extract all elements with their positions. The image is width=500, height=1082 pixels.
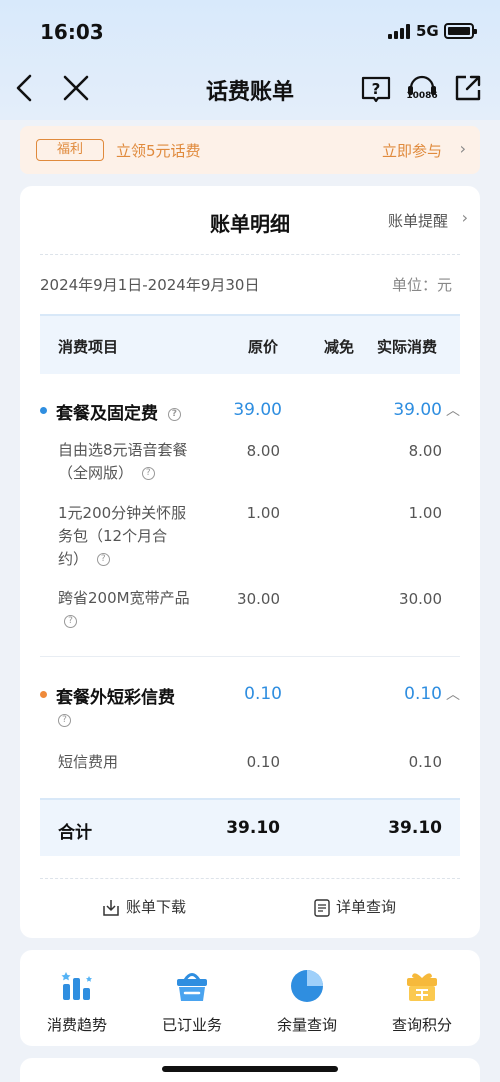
table-header: 消费项目 原价 减免 实际消费: [40, 314, 460, 374]
promo-text: 立领5元话费: [116, 142, 201, 160]
detail-query-button[interactable]: 详单查询: [314, 896, 396, 917]
item-name: 务包（12个月合: [58, 527, 168, 545]
item-original: 30.00: [237, 590, 280, 608]
total-original: 39.10: [226, 818, 280, 838]
status-bar: 16:03 5G: [0, 0, 500, 60]
promo-tag: 福利: [36, 139, 104, 161]
promo-join-button[interactable]: 立即参与: [382, 140, 442, 161]
shortcut-points-query[interactable]: 查询积分: [372, 968, 472, 1035]
item-actual: 0.10: [408, 753, 442, 771]
service-number: 10086: [406, 91, 438, 101]
column-header: 消费项目: [58, 338, 119, 356]
shortcut-label: 查询积分: [391, 1016, 452, 1034]
category-dot: [40, 691, 47, 698]
gift-icon: [404, 968, 440, 1004]
promo-banner[interactable]: 福利 立领5元话费 立即参与 ›: [20, 126, 480, 174]
line-item: 短信费用: [58, 751, 118, 774]
network-type: 5G: [416, 22, 439, 40]
bill-period: 2024年9月1日-2024年9月30日: [40, 276, 260, 294]
help-icon[interactable]: ?: [58, 714, 71, 727]
document-icon: [314, 898, 330, 917]
line-item: 1元200分钟关怀服 务包（12个月合 约） ?: [58, 502, 186, 571]
category-actual: 39.00: [393, 400, 442, 420]
trend-chart-icon: [59, 968, 95, 1004]
svg-text:?: ?: [372, 80, 381, 98]
customer-service-icon[interactable]: 10086: [404, 72, 440, 104]
category-original: 0.10: [244, 684, 282, 704]
item-actual: 8.00: [408, 442, 442, 460]
category-name: 套餐外短彩信费: [56, 688, 175, 708]
chevron-right-icon: ›: [459, 139, 466, 158]
shopping-basket-icon: [174, 968, 210, 1004]
divider: [40, 878, 460, 879]
column-header: 实际消费: [377, 338, 438, 356]
total-row: 合计 39.10 39.10: [40, 798, 460, 856]
chevron-up-icon[interactable]: ︿: [446, 400, 460, 420]
category-dot: [40, 407, 47, 414]
share-icon[interactable]: [452, 72, 484, 104]
download-icon: [103, 899, 119, 916]
shortcut-balance-query[interactable]: 余量查询: [257, 968, 357, 1035]
column-header: 减免: [324, 338, 355, 356]
category-row[interactable]: 套餐外短彩信费: [56, 683, 175, 708]
shortcut-consumption-trend[interactable]: 消费趋势: [27, 968, 127, 1035]
item-name: 1元200分钟关怀服: [58, 504, 187, 522]
detail-query-label: 详单查询: [336, 898, 397, 916]
shortcut-label: 余量查询: [276, 1016, 337, 1034]
category-original: 39.00: [233, 400, 282, 420]
status-time: 16:03: [40, 20, 104, 44]
help-icon[interactable]: ?: [141, 467, 155, 480]
item-name: 短信费用: [58, 753, 119, 771]
pie-chart-icon: [289, 968, 325, 1004]
item-original: 1.00: [246, 504, 280, 522]
battery-icon: [444, 23, 477, 39]
bill-download-button[interactable]: 账单下载: [102, 896, 186, 917]
line-item: 自由选8元语音套餐 （全网版） ?: [58, 439, 188, 485]
shortcut-label: 已订业务: [161, 1016, 222, 1034]
category-row[interactable]: 套餐及固定费 ?: [56, 399, 181, 424]
help-book-icon[interactable]: ?: [360, 72, 392, 104]
help-icon[interactable]: ?: [96, 553, 110, 566]
item-actual: 1.00: [408, 504, 442, 522]
divider: [40, 254, 460, 255]
bill-reminder-link[interactable]: 账单提醒: [388, 210, 448, 231]
help-icon[interactable]: ?: [167, 407, 181, 421]
item-original: 8.00: [246, 442, 280, 460]
item-actual: 30.00: [399, 590, 442, 608]
item-name: 自由选8元语音套餐: [58, 441, 188, 459]
unit-label: 单位：元: [391, 276, 452, 294]
chevron-right-icon: ›: [461, 208, 468, 227]
item-name: （全网版） ?: [58, 462, 188, 485]
category-actual: 0.10: [404, 684, 442, 704]
bill-card: 账单明细 账单提醒 › 2024年9月1日-2024年9月30日 单位：元 消费…: [20, 186, 480, 938]
navigation-bar: 话费账单 ? 10086: [0, 60, 500, 116]
home-indicator[interactable]: [162, 1066, 338, 1072]
bill-download-label: 账单下载: [126, 898, 187, 916]
divider: [40, 656, 460, 657]
column-header: 原价: [248, 338, 279, 356]
category-name: 套餐及固定费: [56, 404, 158, 424]
shortcut-label: 消费趋势: [46, 1016, 107, 1034]
help-icon[interactable]: ?: [64, 615, 77, 628]
total-actual: 39.10: [388, 818, 442, 838]
signal-icon: [388, 24, 410, 39]
shortcut-subscribed-services[interactable]: 已订业务: [142, 968, 242, 1035]
chevron-up-icon[interactable]: ︿: [446, 684, 460, 704]
item-original: 0.10: [246, 753, 280, 771]
line-item: 跨省200M宽带产品 ?: [58, 587, 190, 633]
item-name: 跨省200M宽带产品: [58, 589, 190, 607]
shortcut-panel: 消费趋势 已订业务 余量查询 查询积分: [20, 950, 480, 1046]
item-name: 约） ?: [58, 548, 186, 571]
total-label: 合计: [58, 823, 92, 843]
